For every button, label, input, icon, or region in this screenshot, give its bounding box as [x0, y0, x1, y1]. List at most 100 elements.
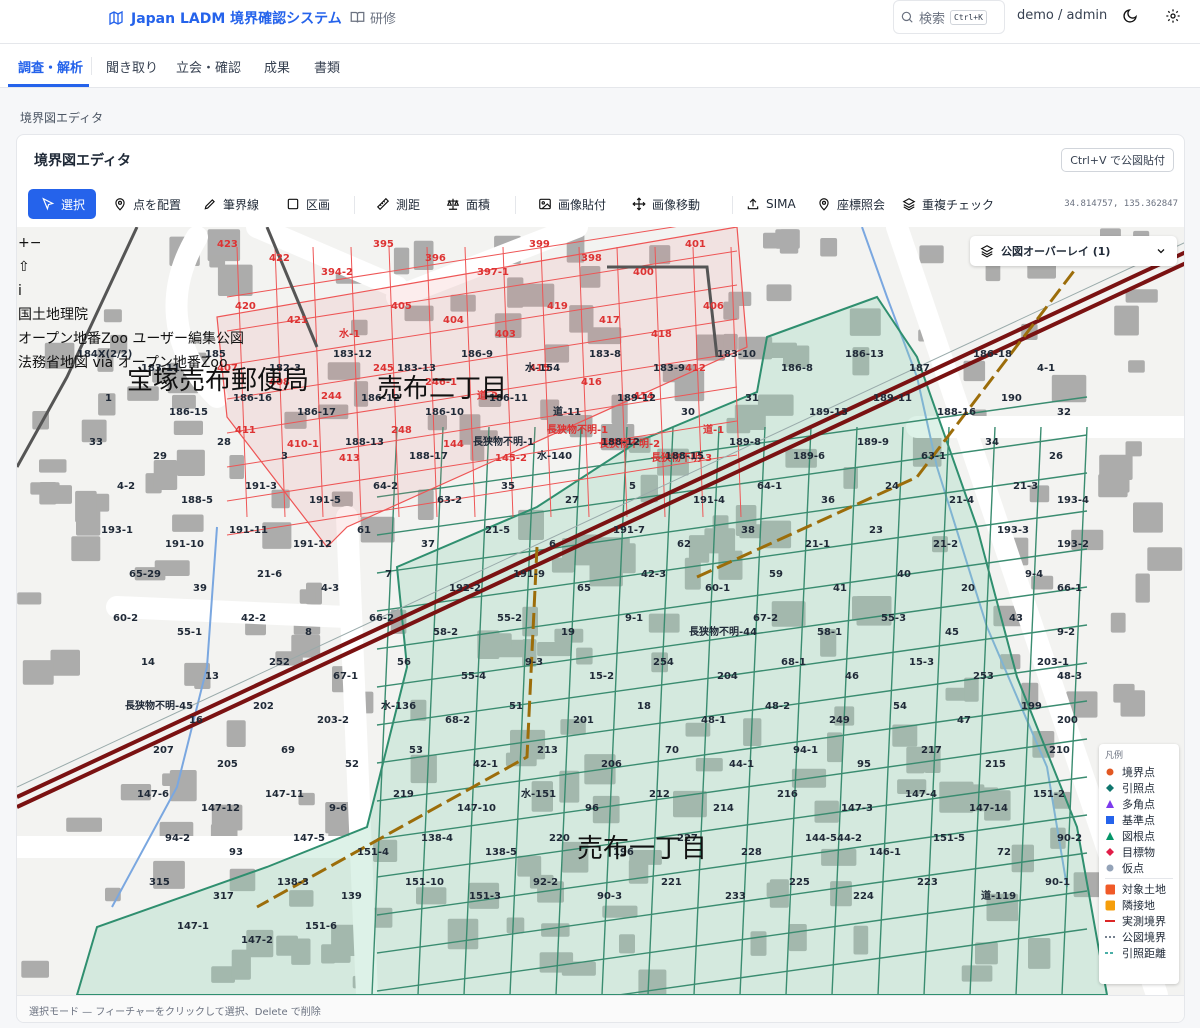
parcel-label[interactable]: 191-5: [309, 495, 341, 506]
parcel-label[interactable]: 205: [217, 759, 238, 770]
parcel-label[interactable]: 32: [1057, 407, 1071, 418]
parcel-label[interactable]: 21-6: [257, 569, 282, 580]
parcel-label[interactable]: 183-12: [333, 349, 372, 360]
parcel-label[interactable]: 21-3: [1013, 481, 1038, 492]
measure-distance-tool-button[interactable]: 測距: [368, 189, 428, 219]
parcel-label[interactable]: 94-1: [793, 745, 818, 756]
parcel-label[interactable]: 147-3: [841, 803, 873, 814]
surveyed-parcel-label[interactable]: 423: [217, 239, 238, 250]
area-tool-button[interactable]: 面積: [438, 189, 498, 219]
parcel-label[interactable]: 19: [561, 627, 575, 638]
surveyed-parcel-label[interactable]: 水-1: [338, 327, 360, 340]
parcel-label[interactable]: 23: [869, 525, 883, 536]
user-name[interactable]: demo / admin: [1017, 8, 1107, 23]
parcel-label[interactable]: 53: [409, 745, 423, 756]
parcel-label[interactable]: 317: [213, 891, 234, 902]
parcel-label[interactable]: 183-9: [653, 363, 685, 374]
parcel-label[interactable]: 15-3: [909, 657, 934, 668]
parcel-label[interactable]: 4-1: [1037, 363, 1055, 374]
surveyed-parcel-label[interactable]: 411: [235, 425, 256, 436]
parcel-label[interactable]: 30: [681, 407, 695, 418]
parcel-label[interactable]: 27: [565, 495, 579, 506]
parcel-label[interactable]: 192-2: [449, 583, 481, 594]
parcel-label[interactable]: 193-2: [1057, 539, 1089, 550]
parcel-label[interactable]: 長狭物不明-1: [473, 435, 534, 448]
tab-witness-confirm[interactable]: 立会・確認: [176, 57, 241, 76]
parcel-label[interactable]: 188-12: [601, 437, 640, 448]
parcel-label[interactable]: 92-2: [533, 877, 558, 888]
surveyed-parcel-label[interactable]: 404: [443, 315, 464, 326]
parcel-label[interactable]: 147-4: [905, 789, 937, 800]
select-tool-button[interactable]: 選択: [28, 189, 96, 219]
parcel-label[interactable]: 41: [833, 583, 847, 594]
parcel-label[interactable]: 147-1: [177, 921, 209, 932]
parcel-label[interactable]: 201: [573, 715, 594, 726]
parcel-label[interactable]: 188-13: [345, 437, 384, 448]
parcel-label[interactable]: 189-8: [729, 437, 761, 448]
app-brand[interactable]: Japan LADM 境界確認システム: [108, 8, 342, 28]
parcel-label[interactable]: 219: [393, 789, 414, 800]
parcel-label[interactable]: 147-12: [201, 803, 240, 814]
parcel-label[interactable]: 24: [885, 481, 899, 492]
parcel-label[interactable]: 長狭物不明-45: [125, 699, 193, 712]
parcel-label[interactable]: 96: [585, 803, 599, 814]
settings-button[interactable]: [1165, 8, 1181, 28]
parcel-label[interactable]: 69: [281, 745, 295, 756]
parcel-label[interactable]: 68-1: [781, 657, 806, 668]
parcel-label[interactable]: 水-151: [520, 787, 556, 800]
parcel-label[interactable]: 38: [741, 525, 755, 536]
search-button[interactable]: 検索 Ctrl+K: [893, 0, 1005, 34]
parcel-label[interactable]: 64-1: [757, 481, 782, 492]
surveyed-parcel-label[interactable]: 406: [703, 301, 724, 312]
parcel-label[interactable]: 4-2: [117, 481, 135, 492]
surveyed-parcel-label[interactable]: 道-1: [703, 423, 724, 436]
parcel-label[interactable]: 66-1: [1057, 583, 1082, 594]
parcel-label[interactable]: 1: [105, 393, 112, 404]
parcel-label[interactable]: 193-1: [101, 525, 133, 536]
surveyed-parcel-label[interactable]: 397-1: [477, 267, 509, 278]
parcel-label[interactable]: 42-1: [473, 759, 498, 770]
parcel-label[interactable]: 6: [549, 539, 556, 550]
parcel-label[interactable]: 42-2: [241, 613, 266, 624]
surveyed-parcel-label[interactable]: 長狭物不明-1: [547, 423, 608, 436]
parcel-label[interactable]: 200: [1057, 715, 1078, 726]
parcel-label[interactable]: 138-3: [277, 877, 309, 888]
parcel-label[interactable]: 63-2: [437, 495, 462, 506]
surveyed-parcel-label[interactable]: 403: [495, 329, 516, 340]
paste-image-tool-button[interactable]: 画像貼付: [530, 189, 614, 219]
surveyed-parcel-label[interactable]: 410-1: [287, 439, 319, 450]
parcel-label[interactable]: 33: [89, 437, 103, 448]
parcel-label[interactable]: 93: [229, 847, 243, 858]
parcel-label[interactable]: 185: [205, 349, 226, 360]
surveyed-parcel-label[interactable]: 396: [425, 253, 446, 264]
parcel-label[interactable]: 水-140: [536, 449, 572, 462]
parcel-label[interactable]: 67-2: [753, 613, 778, 624]
parcel-label[interactable]: 151-4: [357, 847, 389, 858]
parcel-label[interactable]: 147-6: [137, 789, 169, 800]
parcel-label[interactable]: 5: [629, 481, 636, 492]
parcel-label[interactable]: 207: [153, 745, 174, 756]
parcel-label[interactable]: 51: [509, 701, 523, 712]
parcel-label[interactable]: 191-12: [293, 539, 332, 550]
parcel-label[interactable]: 64-2: [373, 481, 398, 492]
sima-tool-button[interactable]: SIMA: [738, 189, 804, 219]
parcel-label[interactable]: 151-10: [405, 877, 444, 888]
parcel-label[interactable]: 34: [985, 437, 999, 448]
parcel-label[interactable]: 187: [909, 363, 930, 374]
parcel-label[interactable]: 道-11: [553, 405, 581, 418]
parcel-label[interactable]: 水-154: [524, 361, 560, 374]
parcel-label[interactable]: 15-2: [589, 671, 614, 682]
parcel-label[interactable]: 188-17: [409, 451, 448, 462]
tab-results[interactable]: 成果: [264, 57, 290, 76]
parcel-label[interactable]: 188-5: [181, 495, 213, 506]
parcel-label[interactable]: 道-119: [981, 889, 1016, 902]
parcel-label[interactable]: 46: [845, 671, 859, 682]
parcel-label[interactable]: 202: [253, 701, 274, 712]
parcel-label[interactable]: 188-16: [937, 407, 976, 418]
parcel-label[interactable]: 151-5: [933, 833, 965, 844]
parcel-label[interactable]: 203-2: [317, 715, 349, 726]
parcel-label[interactable]: 31: [745, 393, 759, 404]
parcel-tool-button[interactable]: 区画: [278, 189, 338, 219]
parcel-label[interactable]: 189-12: [617, 393, 656, 404]
parcel-label[interactable]: 213: [537, 745, 558, 756]
